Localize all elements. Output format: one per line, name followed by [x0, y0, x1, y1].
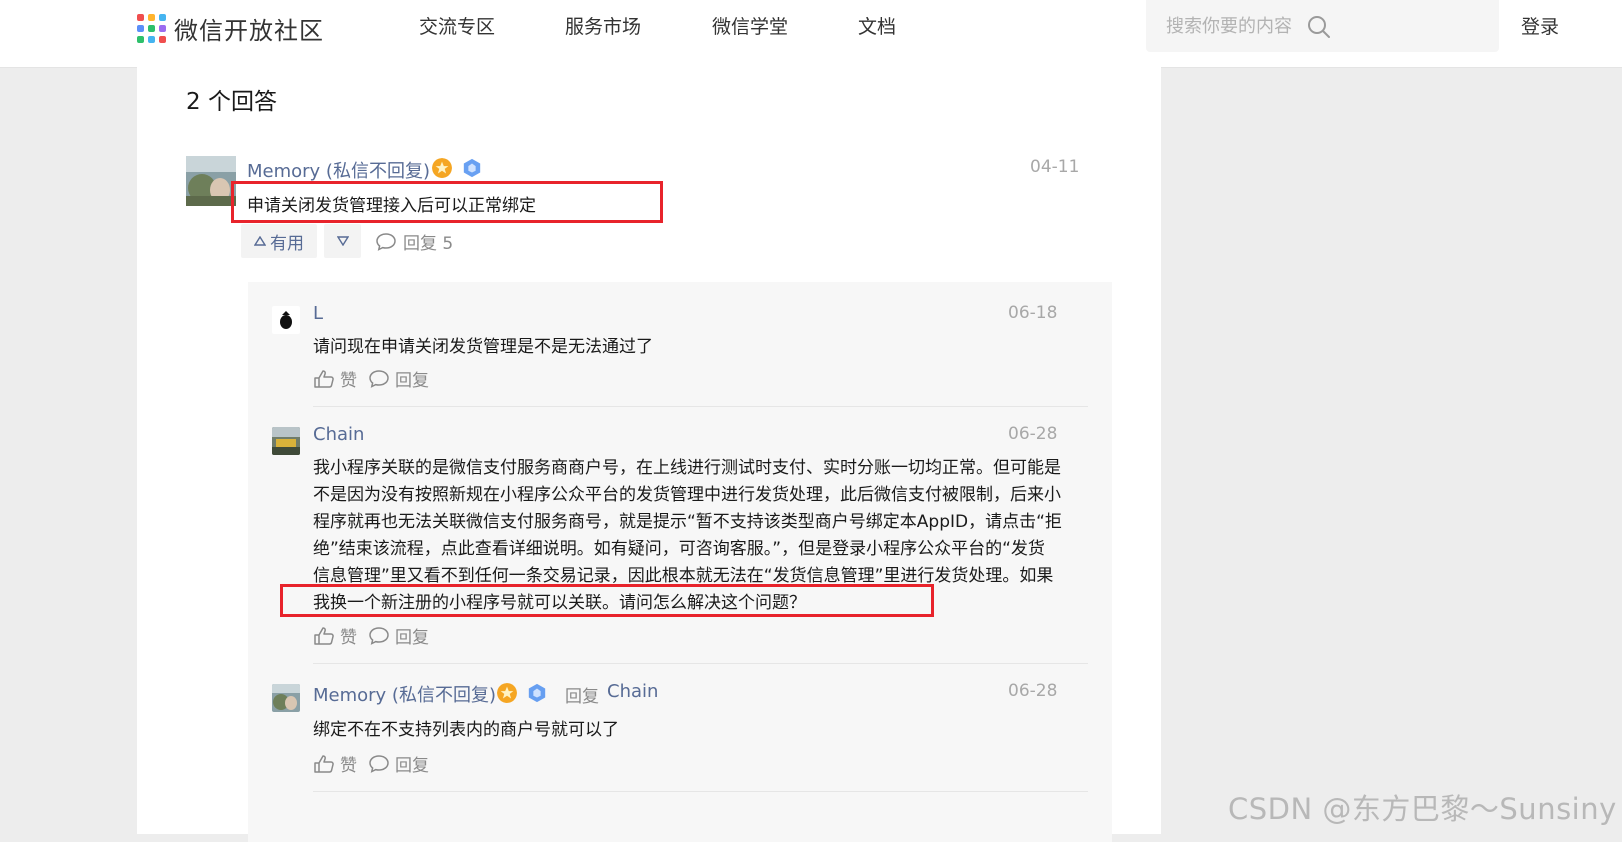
highlight-box: [280, 584, 934, 617]
comment-icon: [369, 754, 389, 773]
useful-label: 有用: [270, 233, 304, 254]
reply-text-line: 绝”结束该流程，点此查看详细说明。如有疑问，可咨询客服。”，但是登录小程序公众平…: [313, 539, 1045, 559]
reply-text-line: 不是因为没有按照新规在小程序公众平台的发货管理中进行发货处理，此后微信支付被限制…: [313, 485, 1061, 505]
thumbs-up-icon: [314, 626, 334, 645]
like-button[interactable]: 赞: [313, 366, 357, 391]
like-label: 赞: [340, 371, 357, 391]
reply-text: 绑定不在不支持列表内的商户号就可以了: [313, 720, 619, 740]
useful-button[interactable]: 有用: [241, 224, 317, 258]
like-button[interactable]: 赞: [313, 751, 357, 776]
thumbs-up-icon: [314, 754, 334, 773]
avatar[interactable]: [272, 306, 300, 334]
triangle-up-icon: [254, 236, 266, 246]
comment-icon: [376, 232, 396, 251]
divider: [313, 663, 1088, 664]
reply-text: 请问现在申请关闭发货管理是不是无法通过了: [313, 337, 653, 357]
replies-panel: L 06-18 请问现在申请关闭发货管理是不是无法通过了 赞 回复 Chain …: [248, 282, 1112, 842]
search-icon[interactable]: [1306, 14, 1332, 40]
reply-label: 回复: [395, 756, 429, 776]
avatar[interactable]: [186, 156, 236, 206]
answers-count-title: 2 个回答: [186, 89, 277, 115]
answer-date: 04-11: [1030, 157, 1080, 177]
verified-badge-icon: [528, 683, 546, 703]
nav-item-school[interactable]: 微信学堂: [712, 12, 788, 39]
thumbs-up-icon: [314, 369, 334, 388]
like-label: 赞: [340, 756, 357, 776]
divider: [313, 791, 1088, 792]
watermark: CSDN @东方巴黎～Sunsiny: [1228, 792, 1617, 826]
reply-count-button[interactable]: 回复 5: [375, 229, 453, 254]
top-navigation-bar: 微信开放社区 交流专区 服务市场 微信学堂 文档 登录: [0, 0, 1622, 68]
verified-badge-icon: [463, 158, 481, 178]
reply-text-line: 程序就再也无法关联微信支付服务商号，就是提示“暂不支持该类型商户号绑定本AppI…: [313, 512, 1062, 532]
reply-author[interactable]: Chain: [313, 424, 364, 445]
reply-button[interactable]: 回复: [368, 623, 429, 648]
comment-icon: [369, 369, 389, 388]
nav-item-docs[interactable]: 文档: [858, 12, 896, 39]
comment-icon: [369, 626, 389, 645]
reply-label: 回复: [395, 628, 429, 648]
not-useful-button[interactable]: [324, 224, 361, 258]
reply-date: 06-28: [1008, 681, 1058, 701]
site-logo[interactable]: 微信开放社区: [137, 11, 324, 46]
reply-author[interactable]: Memory (私信不回复): [313, 681, 496, 707]
reply-count-label: 回复 5: [403, 234, 454, 254]
reply-button[interactable]: 回复: [368, 366, 429, 391]
highlight-box: [231, 181, 663, 223]
triangle-down-icon: [336, 236, 349, 246]
like-label: 赞: [340, 628, 357, 648]
reply-date: 06-18: [1008, 303, 1058, 323]
answer-author[interactable]: Memory (私信不回复): [247, 157, 430, 183]
reply-to-author[interactable]: Chain: [607, 681, 658, 702]
nav-item-market[interactable]: 服务市场: [565, 12, 641, 39]
reply-date: 06-28: [1008, 424, 1058, 444]
reply-text-line: 我小程序关联的是微信支付服务商商户号，在上线进行测试时支付、实时分账一切均正常。…: [313, 458, 1061, 478]
logo-icon: [137, 13, 167, 44]
reply-label: 回复: [395, 371, 429, 391]
logo-text: 微信开放社区: [174, 17, 324, 45]
reply-button[interactable]: 回复: [368, 751, 429, 776]
reply-text-line: 信息管理”里又看不到任何一条交易记录，因此根本就无法在“发货信息管理”里进行发货…: [313, 566, 1054, 586]
login-link[interactable]: 登录: [1521, 12, 1559, 39]
reply-to-word: 回复: [565, 687, 599, 707]
avatar[interactable]: [272, 684, 300, 712]
like-button[interactable]: 赞: [313, 623, 357, 648]
reply-author[interactable]: L: [313, 303, 323, 324]
gold-badge-icon: [497, 683, 517, 703]
avatar[interactable]: [272, 427, 300, 455]
nav-item-exchange[interactable]: 交流专区: [419, 12, 495, 39]
divider: [313, 406, 1088, 407]
answers-section: 2 个回答 Memory (私信不回复) 04-11 申请关闭发货管理接入后可以…: [137, 67, 1161, 842]
gold-badge-icon: [432, 158, 452, 178]
